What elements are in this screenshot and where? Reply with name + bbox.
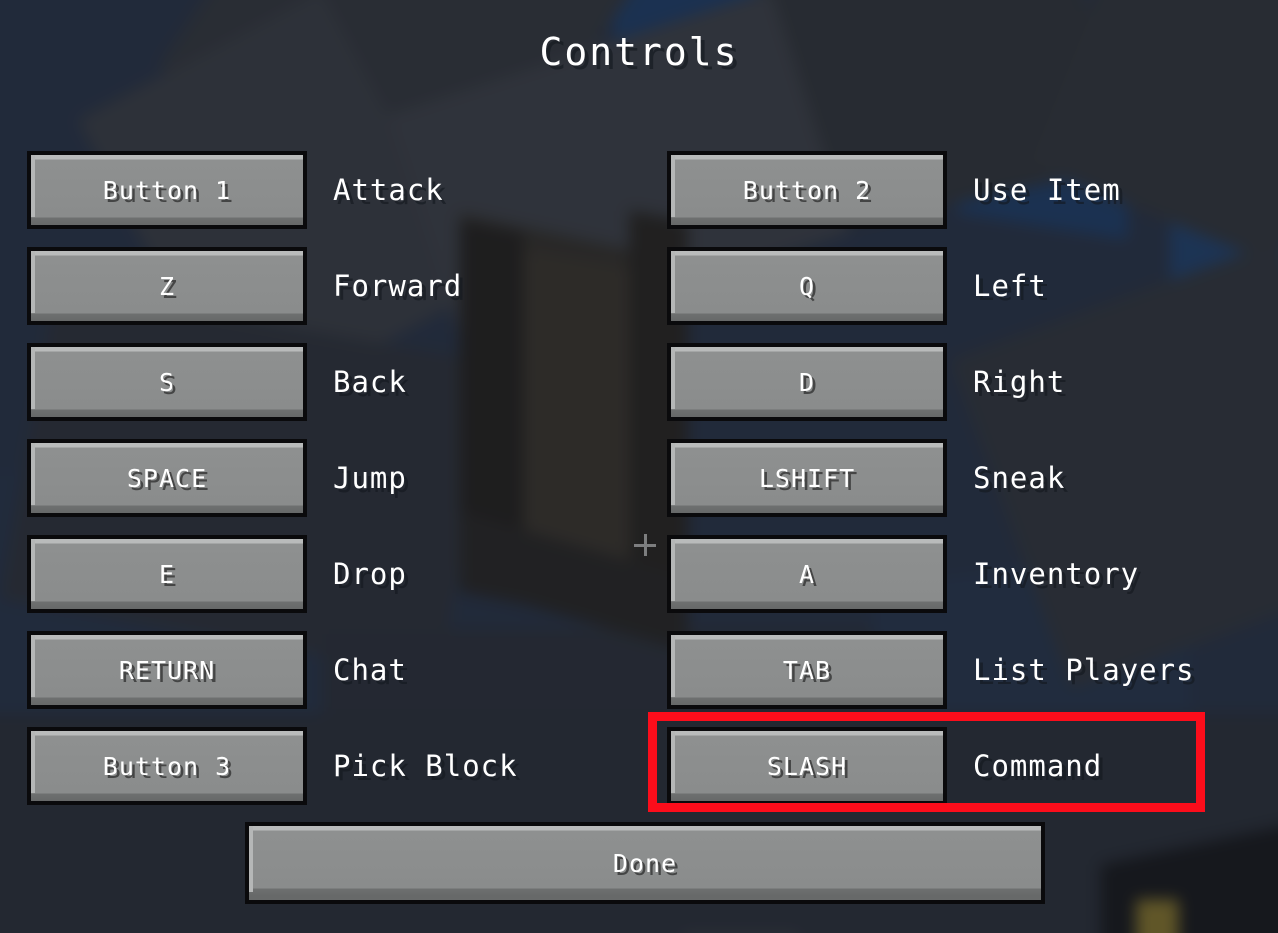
- control-row: D Right: [667, 343, 1195, 421]
- control-row: Button 1 Attack: [27, 151, 518, 229]
- keybind-value: RETURN: [118, 655, 216, 685]
- keybind-button-sneak[interactable]: LSHIFT: [667, 439, 947, 517]
- keybind-button-chat[interactable]: RETURN: [27, 631, 307, 709]
- controls-column-left: Button 1 Attack Z Forward S Back SPACE J…: [27, 151, 518, 823]
- keybind-button-attack[interactable]: Button 1: [27, 151, 307, 229]
- action-label-left: Left: [973, 269, 1047, 303]
- keybind-value: D: [798, 367, 816, 397]
- action-label-list-players: List Players: [973, 653, 1195, 687]
- control-row: Z Forward: [27, 247, 518, 325]
- keybind-button-inventory[interactable]: A: [667, 535, 947, 613]
- keybind-button-use-item[interactable]: Button 2: [667, 151, 947, 229]
- done-button-label: Done: [612, 848, 678, 878]
- control-row: RETURN Chat: [27, 631, 518, 709]
- action-label-drop: Drop: [333, 557, 407, 591]
- control-row: S Back: [27, 343, 518, 421]
- keybind-value: A: [798, 559, 816, 589]
- keybind-value: Button 2: [742, 175, 872, 205]
- minecraft-controls-screen: Controls Button 1 Attack Z Forward S Bac…: [0, 0, 1278, 933]
- done-button-wrapper: Done: [245, 822, 1045, 904]
- action-label-jump: Jump: [333, 461, 407, 495]
- keybind-button-jump[interactable]: SPACE: [27, 439, 307, 517]
- keybind-value: TAB: [782, 655, 832, 685]
- keybind-value: SLASH: [766, 751, 848, 781]
- action-label-forward: Forward: [333, 269, 463, 303]
- keybind-value: S: [158, 367, 176, 397]
- action-label-command: Command: [973, 749, 1103, 783]
- control-row: Q Left: [667, 247, 1195, 325]
- action-label-back: Back: [333, 365, 407, 399]
- keybind-button-drop[interactable]: E: [27, 535, 307, 613]
- keybind-value: LSHIFT: [758, 463, 856, 493]
- keybind-button-back[interactable]: S: [27, 343, 307, 421]
- control-row: SLASH Command: [667, 727, 1195, 805]
- keybind-value: Q: [798, 271, 816, 301]
- control-row: TAB List Players: [667, 631, 1195, 709]
- action-label-pick-block: Pick Block: [333, 749, 518, 783]
- keybind-button-list-players[interactable]: TAB: [667, 631, 947, 709]
- keybind-button-pick-block[interactable]: Button 3: [27, 727, 307, 805]
- keybind-button-forward[interactable]: Z: [27, 247, 307, 325]
- control-row: SPACE Jump: [27, 439, 518, 517]
- keybind-value: E: [158, 559, 176, 589]
- keybind-button-command[interactable]: SLASH: [667, 727, 947, 805]
- control-row: E Drop: [27, 535, 518, 613]
- action-label-attack: Attack: [333, 173, 444, 207]
- keybind-button-right[interactable]: D: [667, 343, 947, 421]
- control-row: Button 3 Pick Block: [27, 727, 518, 805]
- action-label-sneak: Sneak: [973, 461, 1066, 495]
- control-row: LSHIFT Sneak: [667, 439, 1195, 517]
- keybind-value: Z: [158, 271, 176, 301]
- keybind-value: SPACE: [126, 463, 208, 493]
- control-row: A Inventory: [667, 535, 1195, 613]
- controls-column-right: Button 2 Use Item Q Left D Right LSHIFT …: [667, 151, 1195, 823]
- keybind-button-left[interactable]: Q: [667, 247, 947, 325]
- crosshair-icon: [634, 534, 656, 556]
- action-label-chat: Chat: [333, 653, 407, 687]
- page-title: Controls: [539, 30, 739, 74]
- done-button[interactable]: Done: [245, 822, 1045, 904]
- action-label-use-item: Use Item: [973, 173, 1121, 207]
- control-row: Button 2 Use Item: [667, 151, 1195, 229]
- keybind-value: Button 3: [102, 751, 232, 781]
- action-label-right: Right: [973, 365, 1066, 399]
- keybind-value: Button 1: [102, 175, 232, 205]
- action-label-inventory: Inventory: [973, 557, 1140, 591]
